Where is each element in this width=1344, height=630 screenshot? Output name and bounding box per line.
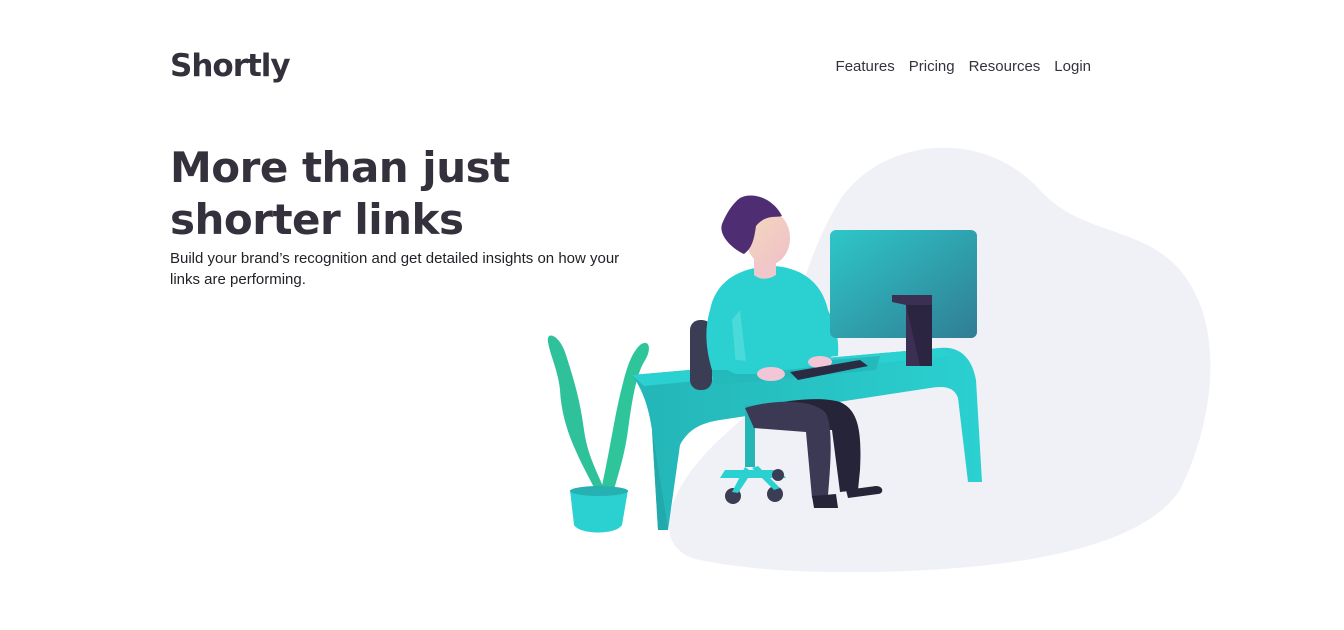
working-illustration: [547, 147, 1211, 573]
main-nav: Features Pricing Resources Login: [836, 58, 1091, 75]
plant: [547, 335, 649, 533]
nav-item-pricing[interactable]: Pricing: [909, 58, 955, 75]
nav-item-features[interactable]: Features: [836, 58, 895, 75]
nav-item-login[interactable]: Login: [1054, 58, 1091, 75]
logo[interactable]: Shortly: [170, 48, 291, 84]
nav-item-resources[interactable]: Resources: [969, 58, 1041, 75]
